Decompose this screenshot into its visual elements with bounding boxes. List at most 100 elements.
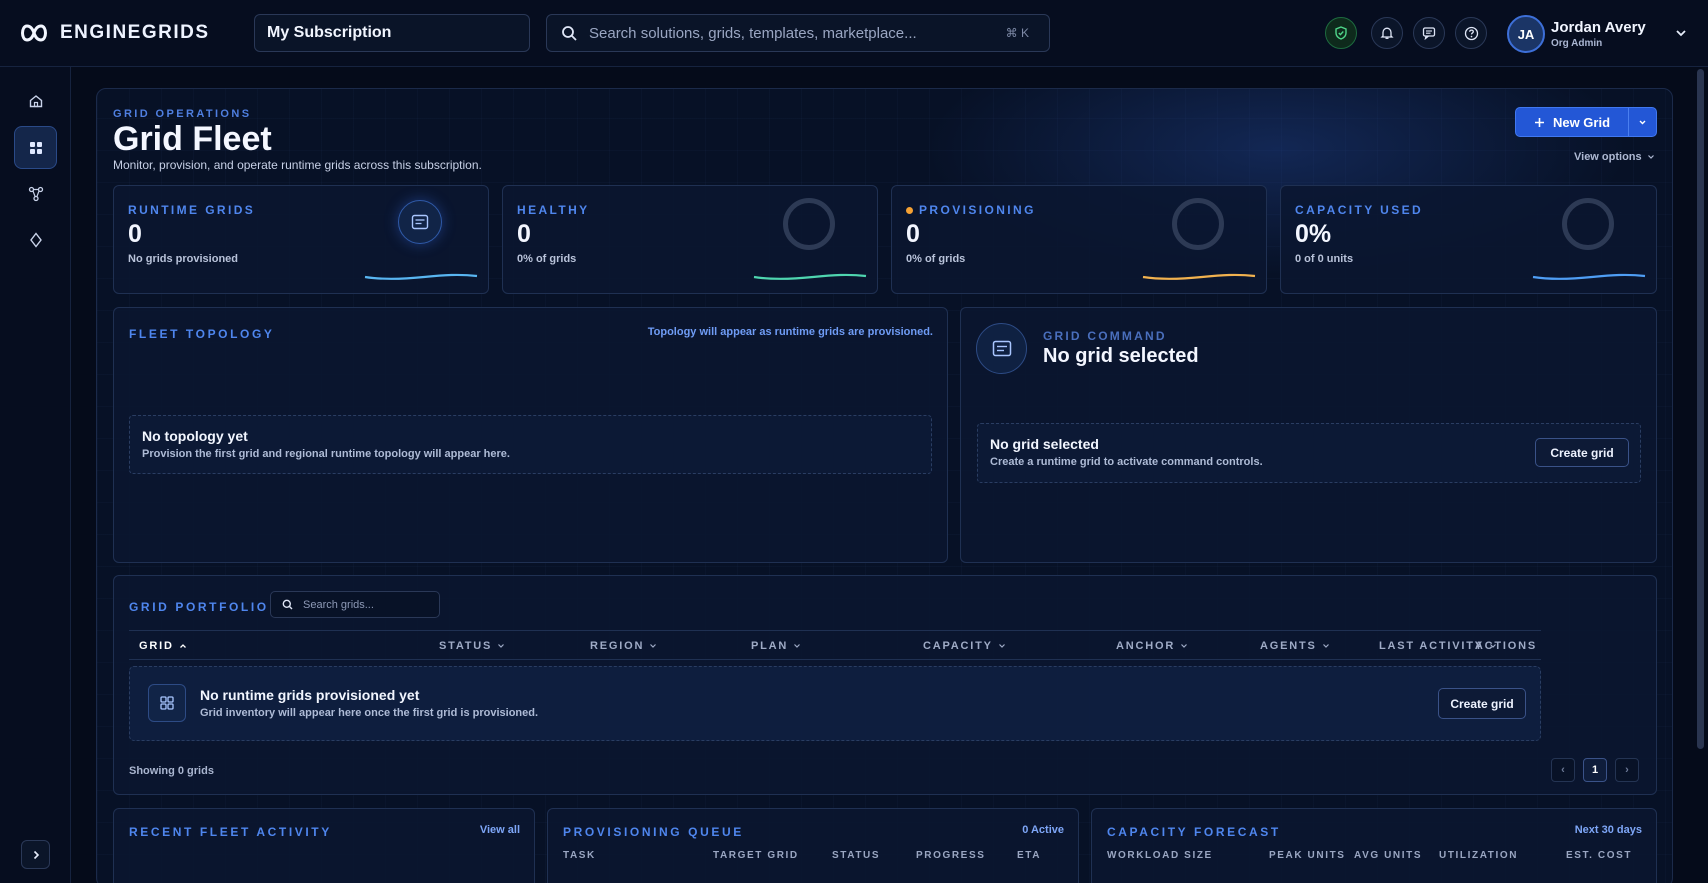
grid-search-input[interactable]: Search grids... (270, 591, 440, 618)
subscription-selector[interactable]: My Subscription (254, 14, 530, 52)
chevron-down-icon (650, 644, 657, 648)
forecast-range[interactable]: Next 30 days (1575, 824, 1642, 836)
infinity-logo-icon (21, 24, 47, 42)
sidebar-item-grids[interactable] (14, 126, 57, 169)
empty-subtitle: Create a runtime grid to activate comman… (990, 456, 1263, 468)
messages-button[interactable] (1413, 17, 1445, 49)
view-all-link[interactable]: View all (480, 824, 520, 836)
top-bar: ENGINEGRIDS My Subscription Search solut… (0, 0, 1708, 67)
column-header-plan[interactable]: PLAN (751, 640, 801, 652)
security-status-button[interactable] (1325, 17, 1357, 49)
server-card-icon (411, 214, 429, 230)
grid-portfolio-panel: GRID PORTFOLIO Search grids... GRID STAT… (113, 575, 1657, 795)
main-content: GRID OPERATIONS Grid Fleet Monitor, prov… (96, 88, 1673, 883)
notifications-button[interactable] (1371, 17, 1403, 49)
brand-logo[interactable]: ENGINEGRIDS (18, 22, 210, 44)
pagination-next-button[interactable]: › (1615, 758, 1639, 782)
sparkline (364, 273, 478, 280)
progress-ring (1172, 198, 1224, 250)
sidebar-expand-button[interactable] (21, 840, 50, 869)
sidebar (0, 67, 71, 883)
stat-value: 0% (1295, 220, 1332, 248)
column-header-agents[interactable]: AGENTS (1260, 640, 1330, 652)
chevron-down-icon (998, 644, 1005, 648)
sidebar-item-topology[interactable] (14, 172, 57, 215)
empty-title: No runtime grids provisioned yet (200, 687, 420, 703)
user-avatar[interactable]: JA (1507, 15, 1545, 53)
column-header-region[interactable]: REGION (590, 640, 657, 652)
column-label: PLAN (751, 640, 789, 652)
nodes-icon (28, 186, 43, 201)
section-title: GRID PORTFOLIO (129, 600, 269, 614)
pagination-page-button[interactable]: 1 (1583, 758, 1607, 782)
section-title: FLEET TOPOLOGY (129, 327, 275, 341)
empty-title: No grid selected (990, 436, 1099, 452)
command-empty-state: No grid selected Create a runtime grid t… (977, 423, 1641, 483)
stat-value: 0 (517, 220, 531, 248)
chevron-down-icon (1639, 120, 1646, 124)
column-label: AGENTS (1260, 640, 1317, 652)
topology-note: Topology will appear as runtime grids ar… (647, 326, 933, 338)
page-subtitle: Monitor, provision, and operate runtime … (113, 158, 482, 172)
stat-label-text: PROVISIONING (919, 203, 1036, 217)
chevron-right-icon (33, 850, 39, 859)
column-header-capacity[interactable]: CAPACITY (923, 640, 1006, 652)
column-header-actions: ACTIONS (1474, 640, 1537, 652)
column-header: EST. COST (1566, 850, 1633, 861)
pagination-prev-button[interactable]: ‹ (1551, 758, 1575, 782)
command-icon (976, 323, 1027, 374)
chat-icon (1422, 27, 1436, 40)
table-header: GRID STATUS REGION PLAN CAPACITY ANCHOR … (129, 630, 1541, 660)
page-scrollbar[interactable] (1697, 69, 1704, 749)
search-icon (282, 599, 293, 610)
column-header: UTILIZATION (1439, 850, 1519, 861)
column-header-status[interactable]: STATUS (439, 640, 505, 652)
new-grid-menu-button[interactable] (1629, 118, 1656, 127)
new-grid-split-button: New Grid (1515, 107, 1657, 137)
shield-check-icon (1335, 26, 1347, 40)
chevron-down-icon[interactable] (1674, 26, 1688, 40)
sidebar-item-home[interactable] (14, 79, 57, 122)
empty-icon (148, 684, 186, 722)
create-grid-button[interactable]: Create grid (1535, 438, 1629, 467)
provisioning-queue-panel: PROVISIONING QUEUE 0 Active TASK TARGET … (547, 808, 1079, 883)
help-button[interactable] (1455, 17, 1487, 49)
sparkline (1142, 273, 1256, 280)
search-shortcut: ⌘ K (1005, 26, 1029, 40)
stat-card-capacity-used: CAPACITY USED 0% 0 of 0 units (1280, 185, 1657, 294)
stat-label: CAPACITY USED (1295, 203, 1424, 217)
sort-asc-icon (179, 644, 186, 648)
section-title: CAPACITY FORECAST (1107, 825, 1281, 839)
view-options-button[interactable]: View options (1574, 151, 1655, 163)
user-name[interactable]: Jordan Avery (1551, 19, 1646, 36)
empty-subtitle: Grid inventory will appear here once the… (200, 707, 539, 719)
column-header: AVG UNITS (1354, 850, 1423, 861)
progress-ring (783, 198, 835, 250)
search-icon (562, 26, 577, 41)
stat-value: 0 (128, 220, 142, 248)
help-circle-icon (1464, 26, 1478, 40)
sidebar-item-marketplace[interactable] (14, 218, 57, 261)
column-label: LAST ACTIVITY (1379, 640, 1484, 652)
chevron-down-icon (1322, 644, 1329, 648)
column-label: GRID (139, 640, 174, 652)
column-header-anchor[interactable]: ANCHOR (1116, 640, 1188, 652)
stat-sub: 0% of grids (906, 253, 966, 265)
column-header-grid[interactable]: GRID (139, 640, 187, 652)
page-eyebrow: GRID OPERATIONS (113, 108, 252, 120)
column-header: ETA (1017, 850, 1042, 861)
stat-sub: 0 of 0 units (1295, 253, 1354, 265)
stat-sub: No grids provisioned (128, 253, 239, 265)
search-placeholder: Search solutions, grids, templates, mark… (589, 24, 917, 42)
empty-subtitle: Provision the first grid and regional ru… (142, 448, 510, 460)
bell-icon (1380, 27, 1394, 39)
command-title: No grid selected (1043, 345, 1199, 367)
new-grid-button[interactable]: New Grid (1516, 108, 1629, 136)
grid-icon (29, 141, 42, 154)
status-dot (906, 206, 913, 214)
create-grid-button[interactable]: Create grid (1438, 688, 1526, 719)
global-search-input[interactable]: Search solutions, grids, templates, mark… (546, 14, 1050, 52)
column-label: REGION (590, 640, 645, 652)
column-label: STATUS (439, 640, 493, 652)
table-empty-state: No runtime grids provisioned yet Grid in… (129, 666, 1541, 741)
